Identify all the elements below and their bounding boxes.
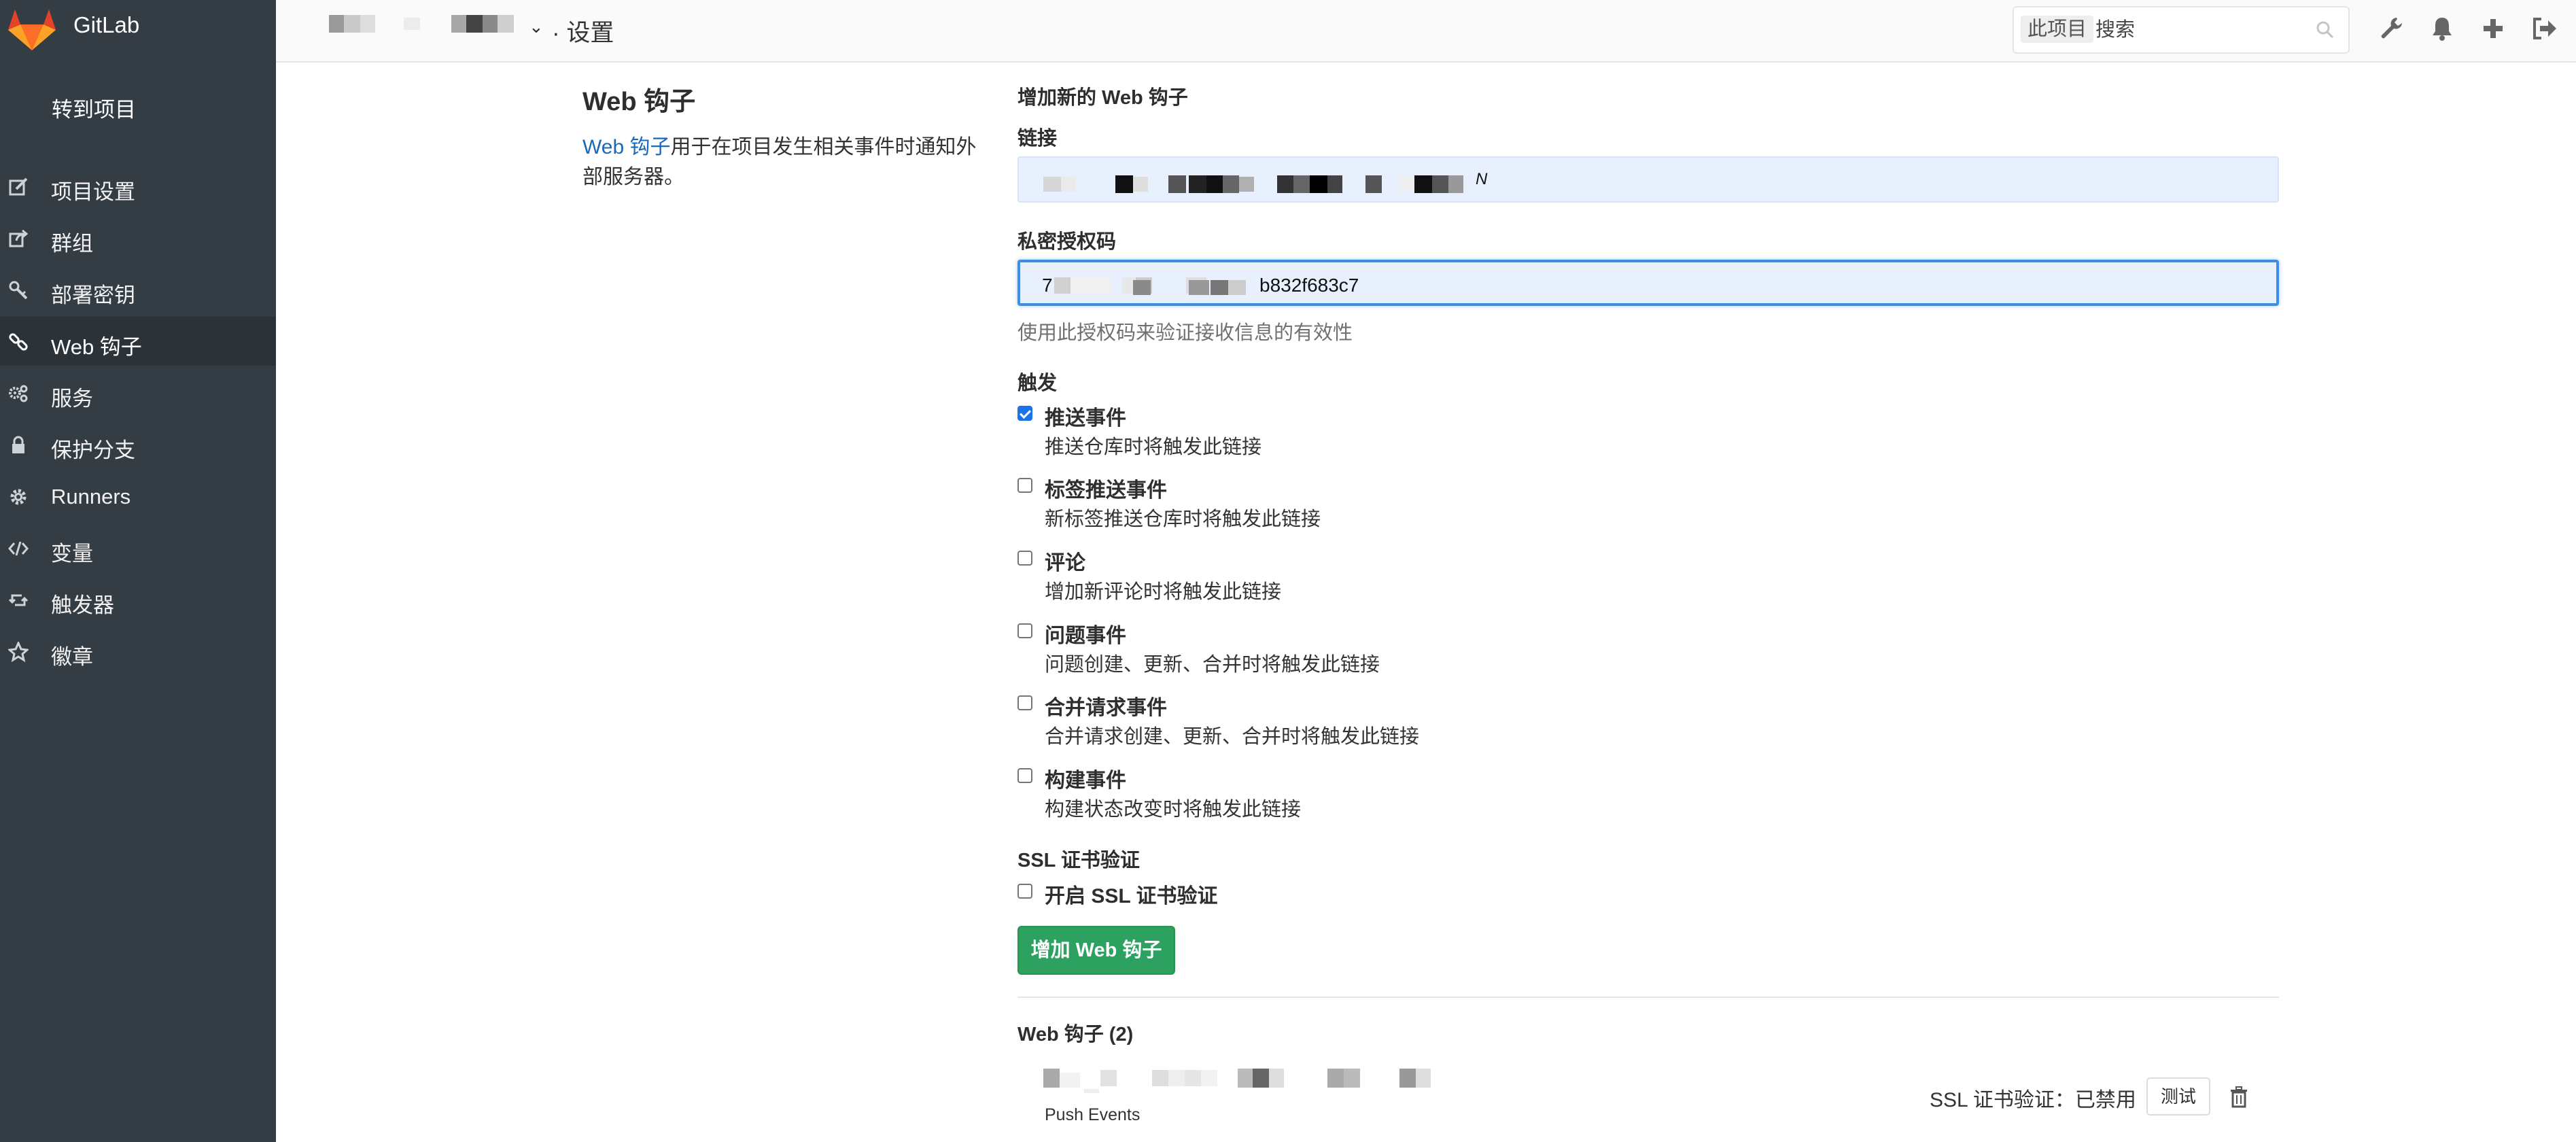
webhooks-list-title: Web 钩子 (2) bbox=[1017, 1024, 1134, 1045]
secret-token-suffix: b832f683c7 bbox=[1259, 275, 1359, 296]
sidebar-item-label: 服务 bbox=[51, 387, 93, 411]
webhooks-help-link[interactable]: Web 钩子 bbox=[582, 136, 670, 158]
plus-icon[interactable] bbox=[2478, 14, 2508, 44]
redacted-project-name[interactable] bbox=[451, 15, 526, 33]
search-box[interactable]: 此项目 bbox=[2013, 6, 2350, 54]
back-to-project-link[interactable]: 转到项目 bbox=[52, 92, 136, 123]
tag-push-events-checkbox[interactable] bbox=[1017, 478, 1032, 493]
gear-icon bbox=[10, 489, 27, 505]
sidebar-item-label: 触发器 bbox=[51, 593, 114, 617]
form-heading: 增加新的 Web 钩子 bbox=[1017, 87, 1188, 109]
sidebar-item-label: Web 钩子 bbox=[51, 335, 142, 359]
comments-checkbox[interactable] bbox=[1017, 551, 1032, 566]
cogs-icon bbox=[9, 385, 28, 402]
event-title[interactable]: 构建事件 bbox=[1045, 763, 1126, 793]
sidebar-item-project-settings[interactable]: 项目设置 bbox=[0, 162, 276, 211]
section-title: Web 钩子 bbox=[582, 88, 696, 116]
sidebar-item-groups[interactable]: 群组 bbox=[0, 213, 276, 262]
sidebar-item-protected-branches[interactable]: 保护分支 bbox=[0, 420, 276, 469]
sidebar-item-services[interactable]: 服务 bbox=[0, 368, 276, 417]
star-icon bbox=[8, 642, 29, 662]
test-hook-button[interactable]: 测试 bbox=[2146, 1077, 2210, 1115]
sidebar-item-badges[interactable]: 徽章 bbox=[0, 627, 276, 676]
sidebar-item-label: 部署密钥 bbox=[51, 283, 135, 307]
enable-ssl-verification-checkbox[interactable] bbox=[1017, 884, 1032, 899]
url-field-suffix: N bbox=[1476, 170, 1488, 188]
redacted-hook-url[interactable] bbox=[1043, 1069, 1465, 1093]
sidebar-item-variables[interactable]: 变量 bbox=[0, 523, 276, 572]
sign-out-icon[interactable] bbox=[2529, 14, 2559, 44]
event-title[interactable]: 评论 bbox=[1045, 546, 1085, 576]
sidebar-item-label: 项目设置 bbox=[51, 180, 135, 204]
hook-event-type: Push Events bbox=[1045, 1105, 1141, 1124]
key-icon bbox=[9, 281, 28, 300]
sidebar-item-label: 变量 bbox=[51, 542, 93, 566]
issues-events-checkbox[interactable] bbox=[1017, 623, 1032, 638]
bell-icon[interactable] bbox=[2427, 14, 2457, 44]
url-field[interactable]: N bbox=[1017, 156, 2279, 203]
section-description: Web 钩子用于在项目发生相关事件时通知外部服务器。 bbox=[582, 133, 977, 192]
secret-token-help: 使用此授权码来验证接收信息的有效性 bbox=[1017, 322, 1353, 344]
secret-token-prefix: 7 bbox=[1042, 275, 1053, 296]
edit-icon bbox=[9, 177, 28, 196]
event-title[interactable]: 标签推送事件 bbox=[1045, 473, 1167, 503]
sidebar-item-triggers[interactable]: 触发器 bbox=[0, 575, 276, 624]
url-label: 链接 bbox=[1017, 128, 1058, 150]
retweet-icon bbox=[8, 594, 29, 606]
chevron-down-icon[interactable]: ⌄ bbox=[529, 16, 544, 37]
brand-name[interactable]: GitLab bbox=[73, 12, 139, 38]
search-input[interactable] bbox=[2094, 14, 2301, 46]
event-description: 增加新评论时将触发此链接 bbox=[1045, 581, 1282, 603]
secret-token-field[interactable]: 7 b832f683c7 bbox=[1017, 260, 2279, 306]
search-icon[interactable] bbox=[2315, 20, 2335, 40]
link-icon bbox=[9, 333, 28, 351]
breadcrumb-current: · 设置 bbox=[552, 14, 614, 48]
event-description: 新标签推送仓库时将触发此链接 bbox=[1045, 508, 1321, 530]
trigger-label: 触发 bbox=[1017, 373, 1058, 394]
event-description: 推送仓库时将触发此链接 bbox=[1045, 436, 1262, 458]
event-title[interactable]: 合并请求事件 bbox=[1045, 691, 1167, 721]
search-scope-badge[interactable]: 此项目 bbox=[2021, 16, 2094, 43]
wrench-icon[interactable] bbox=[2376, 14, 2406, 44]
build-events-checkbox[interactable] bbox=[1017, 768, 1032, 783]
settings-description-column: Web 钩子 Web 钩子用于在项目发生相关事件时通知外部服务器。 bbox=[582, 80, 977, 192]
sidebar-item-label: 徽章 bbox=[51, 645, 93, 669]
trash-icon[interactable] bbox=[2229, 1086, 2249, 1108]
top-header: ⌄ · 设置 此项目 bbox=[276, 0, 2576, 63]
code-icon bbox=[8, 541, 29, 556]
sidebar-item-label: 保护分支 bbox=[51, 438, 135, 462]
section-divider bbox=[1017, 997, 2279, 998]
sidebar-item-deploy-keys[interactable]: 部署密钥 bbox=[0, 265, 276, 314]
merge-request-events-checkbox[interactable] bbox=[1017, 695, 1032, 710]
event-description: 问题创建、更新、合并时将触发此链接 bbox=[1045, 654, 1380, 676]
breadcrumb-settings: 设置 bbox=[566, 20, 614, 46]
event-description: 构建状态改变时将触发此链接 bbox=[1045, 799, 1302, 820]
event-description: 合并请求创建、更新、合并时将触发此链接 bbox=[1045, 726, 1420, 748]
sidebar-item-webhooks[interactable]: Web 钩子 bbox=[0, 317, 276, 366]
event-title[interactable]: 推送事件 bbox=[1045, 401, 1126, 431]
sidebar: GitLab 转到项目 项目设置 群组 部署密钥 Web 钩子 服务 保护分支 … bbox=[0, 0, 276, 1142]
hook-ssl-status: SSL 证书验证：已禁用 bbox=[1930, 1089, 2136, 1111]
secret-token-label: 私密授权码 bbox=[1017, 231, 1117, 253]
share-icon bbox=[9, 229, 29, 247]
add-webhook-button[interactable]: 增加 Web 钩子 bbox=[1017, 926, 1175, 975]
lock-icon bbox=[12, 436, 24, 453]
gitlab-logo-icon[interactable] bbox=[5, 4, 58, 53]
event-title[interactable]: 问题事件 bbox=[1045, 619, 1126, 648]
sidebar-item-label: 群组 bbox=[51, 232, 93, 256]
sidebar-item-runners[interactable]: Runners bbox=[0, 472, 276, 521]
redacted-namespace[interactable] bbox=[329, 15, 424, 33]
breadcrumb-separator: · bbox=[552, 20, 560, 46]
sidebar-item-label: Runners bbox=[51, 485, 131, 508]
ssl-verification-label: SSL 证书验证 bbox=[1017, 850, 1140, 871]
enable-ssl-verification-label[interactable]: 开启 SSL 证书验证 bbox=[1045, 879, 1217, 909]
push-events-checkbox[interactable] bbox=[1017, 406, 1032, 421]
